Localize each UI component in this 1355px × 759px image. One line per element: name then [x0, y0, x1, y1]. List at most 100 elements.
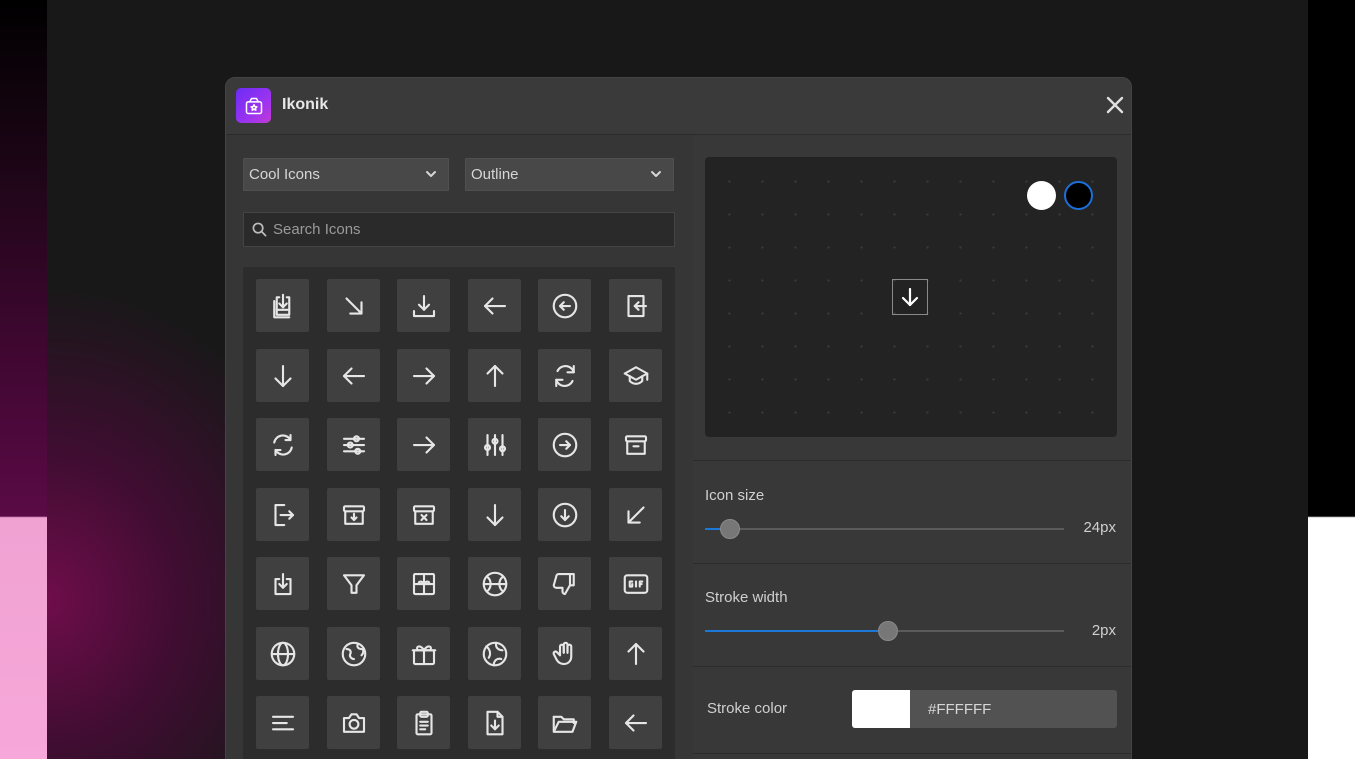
icon-tile[interactable] — [468, 696, 521, 749]
sliders-vertical-icon — [483, 433, 506, 456]
icon-tile[interactable] — [468, 279, 521, 332]
stroke-color-swatch[interactable] — [852, 690, 910, 728]
icon-size-slider-thumb[interactable] — [720, 519, 740, 539]
icon-tile[interactable] — [609, 557, 662, 610]
stroke-color-value: #FFFFFF — [928, 700, 992, 718]
icon-tile[interactable] — [256, 488, 309, 541]
close-button[interactable] — [1103, 93, 1127, 117]
search-input[interactable]: Search Icons — [243, 212, 675, 247]
icon-tile[interactable] — [609, 696, 662, 749]
icon-tile[interactable] — [538, 349, 591, 402]
icon-tile[interactable] — [538, 279, 591, 332]
icon-tile[interactable] — [609, 488, 662, 541]
icon-tile[interactable] — [468, 488, 521, 541]
globe-alt-icon — [482, 641, 507, 666]
background-black-swatch[interactable] — [1064, 181, 1093, 210]
arrow-right-icon — [412, 435, 435, 454]
icon-size-slider[interactable] — [705, 519, 1064, 539]
icon-tile[interactable] — [256, 557, 309, 610]
app-title: Ikonik — [282, 96, 329, 113]
stroke-color-input[interactable]: #FFFFFF — [910, 690, 1117, 728]
search-placeholder: Search Icons — [273, 221, 361, 238]
search-icon — [252, 222, 267, 237]
icon-tile[interactable] — [327, 349, 380, 402]
divider — [693, 666, 1131, 667]
icon-size-label: Icon size — [705, 487, 765, 504]
background-white-swatch[interactable] — [1027, 181, 1056, 210]
sync-icon — [272, 433, 293, 456]
arrow-down-left-icon — [626, 505, 645, 524]
icon-tile[interactable] — [256, 279, 309, 332]
icon-tile[interactable] — [397, 696, 450, 749]
stroke-width-slider[interactable] — [705, 621, 1064, 641]
align-left-icon — [271, 715, 294, 730]
sliders-horizontal-icon — [342, 434, 365, 455]
stroke-width-slider-thumb[interactable] — [878, 621, 898, 641]
earth-icon — [341, 641, 366, 666]
icon-tile[interactable] — [397, 488, 450, 541]
divider — [693, 753, 1131, 754]
title-bar: Ikonik — [226, 78, 1131, 135]
basketball-icon — [482, 571, 507, 596]
divider — [693, 460, 1131, 461]
icon-tile[interactable] — [468, 557, 521, 610]
globe-icon — [270, 641, 295, 666]
arrow-down-circle-icon — [552, 502, 577, 527]
archive-x-icon — [412, 504, 435, 525]
icon-tile[interactable] — [327, 418, 380, 471]
arrow-left-icon — [342, 366, 365, 385]
icon-tile[interactable] — [327, 279, 380, 332]
icon-tile[interactable] — [327, 557, 380, 610]
stroke-width-value: 2px — [1091, 622, 1116, 639]
arrow-up-icon — [626, 642, 645, 665]
icon-tile[interactable] — [327, 627, 380, 680]
icon-tile[interactable] — [468, 349, 521, 402]
library-dropdown[interactable]: Cool Icons — [243, 158, 449, 191]
chevron-down-icon — [426, 171, 436, 177]
stroke-width-label: Stroke width — [705, 589, 788, 606]
icon-tile[interactable] — [609, 349, 662, 402]
arrow-up-icon — [485, 364, 504, 387]
icon-tile[interactable] — [397, 418, 450, 471]
icon-size-value: 24px — [1083, 519, 1116, 536]
icon-tile[interactable] — [397, 349, 450, 402]
arrow-left-icon — [483, 296, 506, 315]
download-icon — [412, 294, 435, 317]
arrow-right-icon — [412, 366, 435, 385]
icon-tile[interactable] — [538, 627, 591, 680]
library-dropdown-value: Cool Icons — [249, 166, 320, 183]
style-dropdown[interactable]: Outline — [465, 158, 674, 191]
icon-tile[interactable] — [538, 418, 591, 471]
icon-tile[interactable] — [609, 279, 662, 332]
icon-browser-panel: Cool Icons Outline Search Icons — [226, 135, 693, 759]
settings-panel: Icon size 24px Stroke width 2px Stroke c… — [693, 135, 1131, 759]
arrow-down-right-icon — [344, 296, 363, 315]
icon-tile[interactable] — [256, 696, 309, 749]
graduation-cap-icon — [623, 365, 648, 385]
icon-tile[interactable] — [256, 627, 309, 680]
icon-tile[interactable] — [397, 557, 450, 610]
icon-tile[interactable] — [609, 627, 662, 680]
icon-preview — [705, 157, 1117, 437]
icon-tile[interactable] — [397, 627, 450, 680]
icon-tile[interactable] — [256, 349, 309, 402]
icon-tile[interactable] — [327, 696, 380, 749]
arrow-right-circle-icon — [552, 432, 577, 457]
icon-tile[interactable] — [538, 696, 591, 749]
gift-box-icon — [412, 572, 435, 595]
icon-tile[interactable] — [397, 279, 450, 332]
camera-icon — [342, 712, 365, 733]
arrow-left-circle-icon — [552, 293, 577, 318]
icon-tile[interactable] — [468, 418, 521, 471]
archive-down-icon — [342, 504, 365, 525]
icon-tile[interactable] — [538, 557, 591, 610]
gif-icon — [623, 573, 648, 594]
icon-tile[interactable] — [327, 488, 380, 541]
icon-tile[interactable] — [609, 418, 662, 471]
filter-icon — [342, 573, 365, 594]
gift-icon — [411, 644, 436, 665]
log-in-icon — [626, 294, 647, 317]
icon-tile[interactable] — [538, 488, 591, 541]
icon-tile[interactable] — [256, 418, 309, 471]
icon-tile[interactable] — [468, 627, 521, 680]
